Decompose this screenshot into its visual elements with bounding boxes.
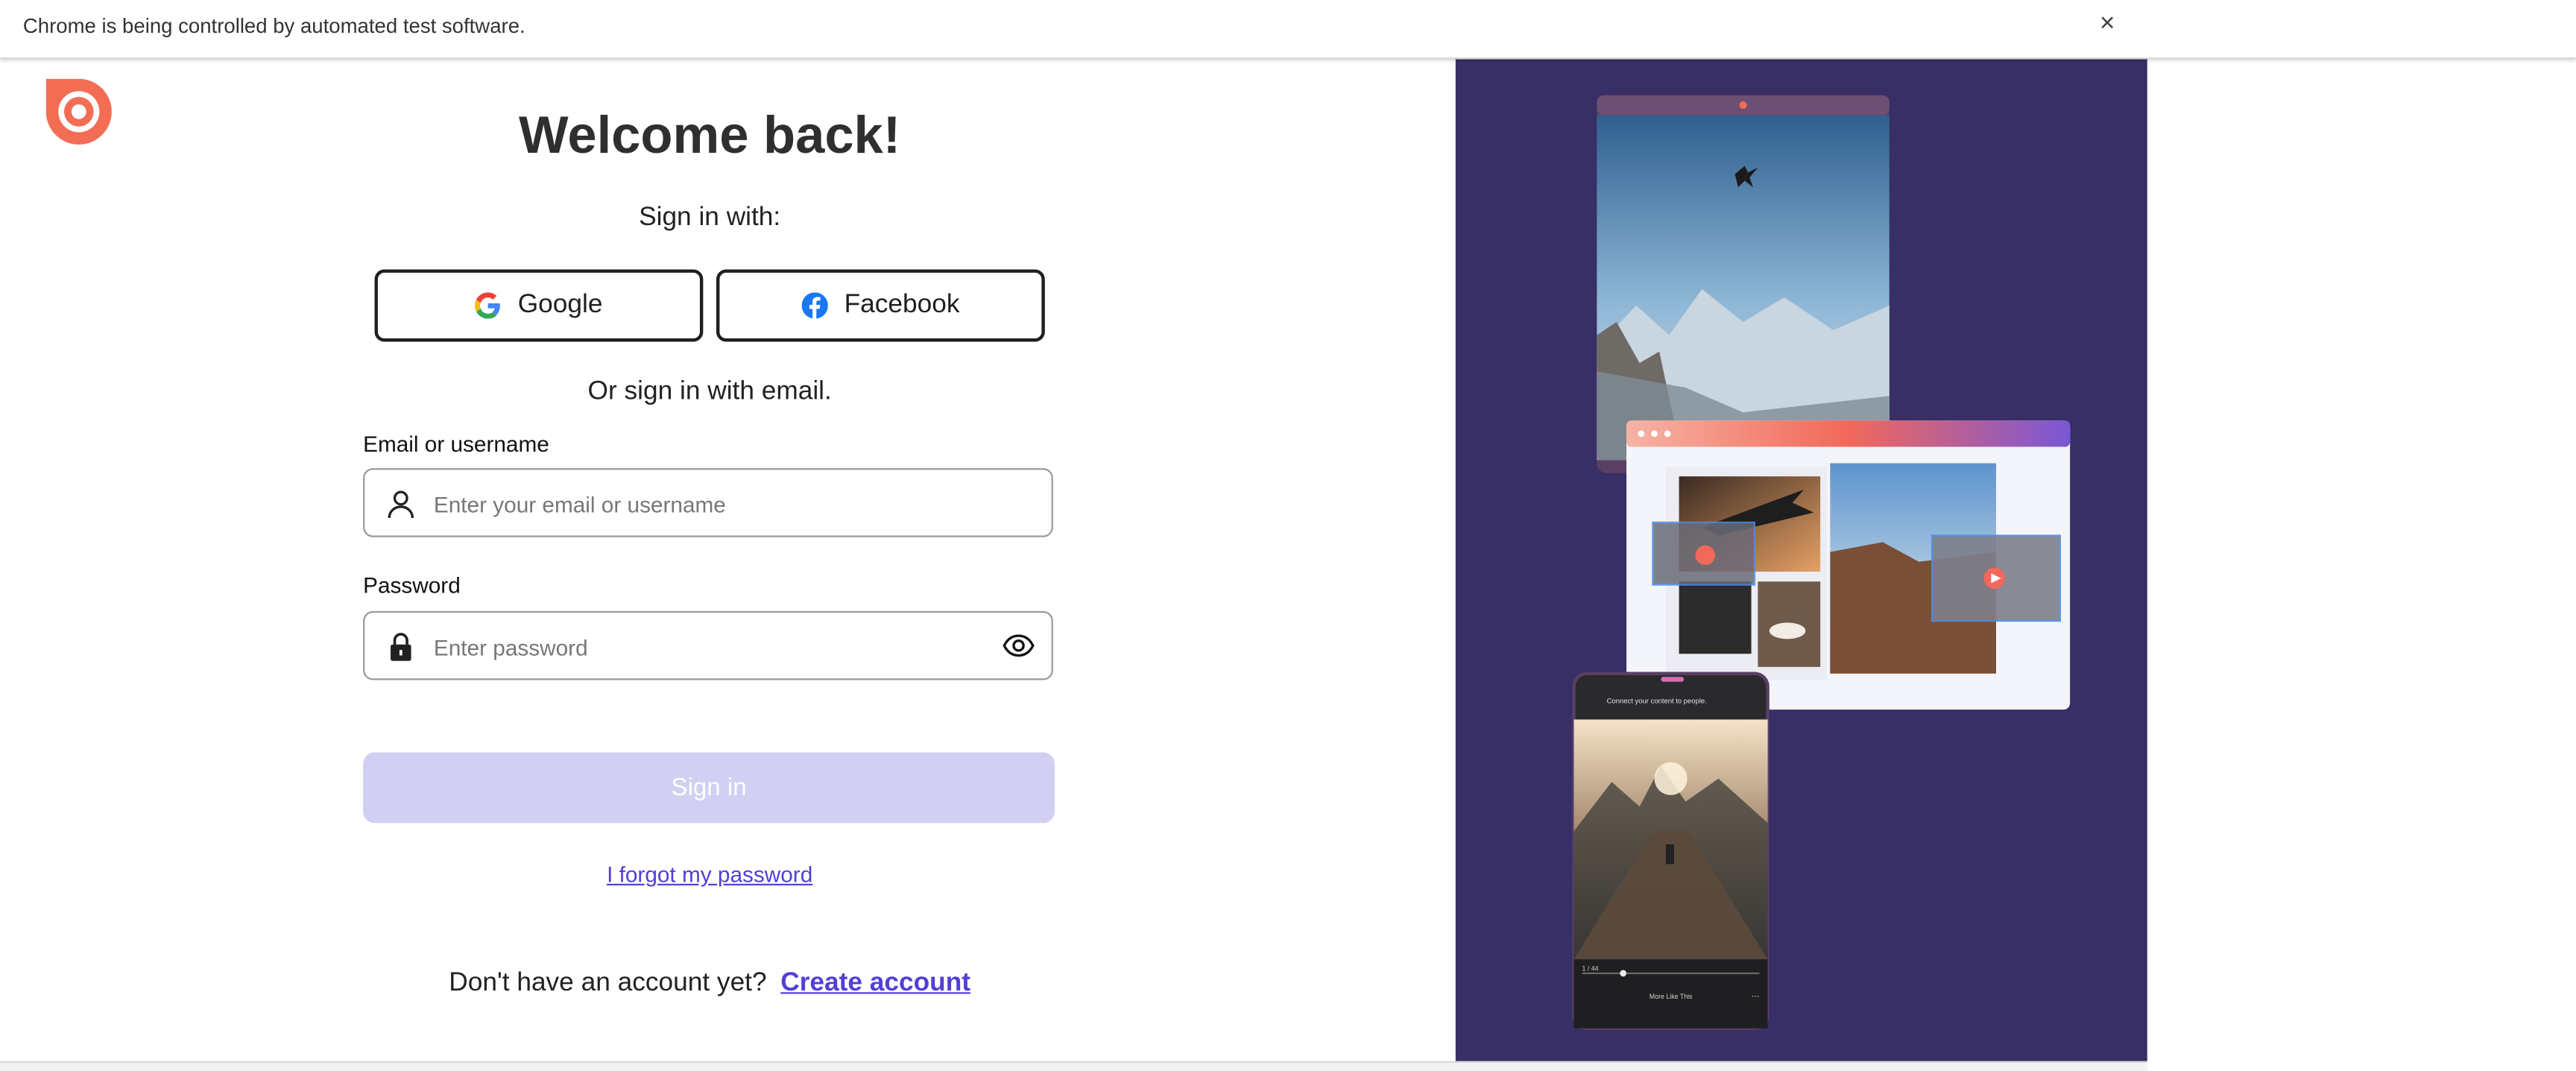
tablet-mockup xyxy=(1597,95,1890,473)
create-account-link[interactable]: Create account xyxy=(780,969,970,996)
infobar-close-icon[interactable]: × xyxy=(2100,10,2123,42)
forgot-password-row: I forgot my password xyxy=(0,862,1419,887)
phone-counter: 1 / 44 xyxy=(1582,965,1599,973)
lock-icon xyxy=(391,633,411,661)
phone-caption: Connect your content to people. xyxy=(1607,697,1707,705)
phone-more-label: More Like This xyxy=(1650,993,1693,1000)
social-signin-prompt: Sign in with: xyxy=(639,203,781,232)
google-button-label: Google xyxy=(517,291,603,319)
password-field-label: Password xyxy=(363,573,461,598)
email-input[interactable] xyxy=(430,470,996,539)
window-bottom-edge xyxy=(0,1061,2147,1071)
user-icon xyxy=(388,490,414,519)
browser-window-mockup xyxy=(1626,420,2071,710)
email-field-label: Email or username xyxy=(363,432,549,457)
password-field[interactable] xyxy=(363,610,1053,682)
no-account-text: Don't have an account yet? xyxy=(449,969,767,997)
google-icon xyxy=(475,292,501,319)
infobar-message: Chrome is being controlled by automated … xyxy=(22,14,525,38)
facebook-signin-button[interactable]: Facebook xyxy=(716,269,1045,342)
google-signin-button[interactable]: Google xyxy=(374,269,704,342)
phone-more-icon: ⋯ xyxy=(1752,992,1760,1001)
page-title: Welcome back! xyxy=(519,105,901,165)
email-signin-prompt: Or sign in with email. xyxy=(587,377,832,406)
password-input[interactable] xyxy=(430,613,996,682)
browser-viewport: Chrome is being controlled by automated … xyxy=(0,0,2576,1071)
promo-panel: Connect your content to people. 1 / 44 M… xyxy=(1455,59,2147,1061)
sign-in-button[interactable]: Sign in xyxy=(363,752,1055,824)
facebook-icon xyxy=(801,292,828,319)
phone-mockup: Connect your content to people. 1 / 44 M… xyxy=(1572,672,1770,1030)
email-field[interactable] xyxy=(363,468,1053,539)
show-password-eye-icon[interactable] xyxy=(1003,633,1035,659)
automation-infobar: Chrome is being controlled by automated … xyxy=(0,0,2576,60)
forgot-password-link[interactable]: I forgot my password xyxy=(607,862,812,887)
create-account-row: Don't have an account yet? Create accoun… xyxy=(0,969,1419,999)
promo-illustration: Connect your content to people. 1 / 44 M… xyxy=(1572,95,2071,1030)
login-panel: Welcome back! Sign in with: Google Faceb… xyxy=(0,59,1456,1061)
facebook-button-label: Facebook xyxy=(844,291,960,319)
